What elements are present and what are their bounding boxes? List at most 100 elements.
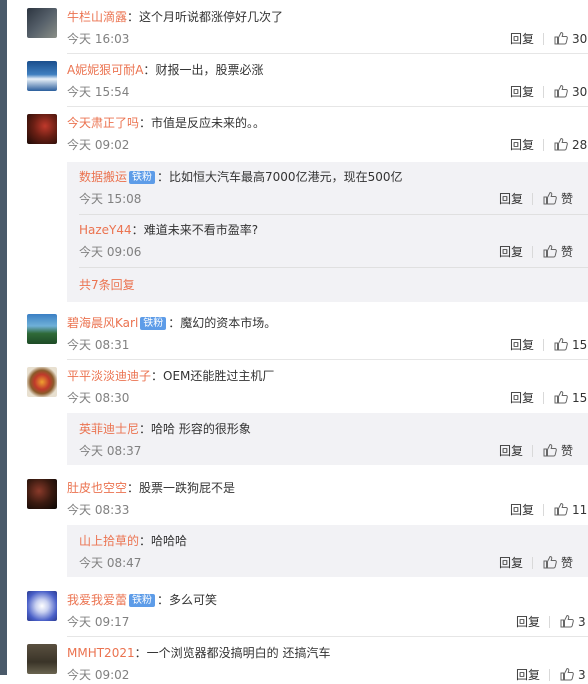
fan-badge: 铁粉 xyxy=(140,317,167,330)
sub-replies: 山上拾草的：哈哈哈 今天 08:47 回复 赞 xyxy=(67,525,588,577)
like-button[interactable]: 11 xyxy=(554,501,587,519)
timestamp: 今天 09:17 xyxy=(67,615,130,629)
username-link[interactable]: MMHT2021 xyxy=(67,646,135,660)
thumbs-up-icon xyxy=(543,443,557,457)
like-button[interactable]: 28 xyxy=(554,136,587,154)
reply-button[interactable]: 回复 xyxy=(499,190,523,208)
username-link[interactable]: A妮妮狠可耐A xyxy=(67,63,143,77)
username-link[interactable]: 今天肃正了吗 xyxy=(67,116,139,130)
timestamp: 今天 08:31 xyxy=(67,338,130,352)
like-button[interactable]: 3 xyxy=(560,666,586,684)
thumbs-up-icon xyxy=(560,667,574,681)
divider xyxy=(543,339,544,351)
divider xyxy=(532,445,533,457)
divider xyxy=(532,557,533,569)
like-count: 30 xyxy=(572,32,588,46)
like-button[interactable]: 30 xyxy=(554,83,587,101)
comment-text: 市值是反应未来的。。 xyxy=(151,116,266,130)
like-count: 11 xyxy=(572,503,588,517)
like-label: 赞 xyxy=(561,556,574,570)
username-link[interactable]: 我爱我爱蕾 xyxy=(67,593,127,607)
thumbs-up-icon xyxy=(560,614,574,628)
page-left-edge xyxy=(0,0,7,675)
divider xyxy=(67,106,588,107)
avatar[interactable] xyxy=(27,314,57,344)
timestamp: 今天 09:02 xyxy=(67,138,130,152)
username-link[interactable]: 英菲迪士尼 xyxy=(79,422,139,436)
comment-line: 平平淡淡迪迪子：OEM还能胜过主机厂 xyxy=(67,367,274,385)
like-button[interactable]: 3 xyxy=(560,613,586,631)
avatar[interactable] xyxy=(27,8,57,38)
like-button[interactable]: 赞 xyxy=(543,554,573,572)
comment-line: 今天肃正了吗：市值是反应未来的。。 xyxy=(67,114,265,132)
like-button[interactable]: 30 xyxy=(554,30,587,48)
comment-text: 财报一出，股票必涨 xyxy=(155,63,264,77)
divider xyxy=(543,392,544,404)
reply-button[interactable]: 回复 xyxy=(516,666,540,684)
comment-text: 一个浏览器都没搞明白的 还搞汽车 xyxy=(146,646,331,660)
comment-line: 数据搬运 铁粉 ：比如恒大汽车最高7000亿港元，现在500亿 xyxy=(79,168,402,186)
username-link[interactable]: 碧海晨风Karl xyxy=(67,316,138,330)
thumbs-up-icon xyxy=(543,244,557,258)
like-button[interactable]: 15 xyxy=(554,336,587,354)
username-link[interactable]: 肚皮也空空 xyxy=(67,481,127,495)
username-link[interactable]: 山上拾草的 xyxy=(79,534,139,548)
comment-text: 比如恒大汽车最高7000亿港元，现在500亿 xyxy=(169,170,403,184)
comment-text: 股票一跌狗屁不是 xyxy=(139,481,236,495)
reply-button[interactable]: 回复 xyxy=(516,613,540,631)
reply-button[interactable]: 回复 xyxy=(499,243,523,261)
like-count: 3 xyxy=(578,668,586,682)
divider xyxy=(79,214,588,215)
like-button[interactable]: 赞 xyxy=(543,243,573,261)
comment-line: 肚皮也空空：股票一跌狗屁不是 xyxy=(67,479,235,497)
sub-replies: 英菲迪士尼：哈哈 形容的很形象 今天 08:37 回复 赞 xyxy=(67,413,588,465)
avatar[interactable] xyxy=(27,114,57,144)
comment-text: OEM还能胜过主机厂 xyxy=(163,369,275,383)
username-link[interactable]: 牛栏山滴露 xyxy=(67,10,127,24)
reply-button[interactable]: 回复 xyxy=(510,501,534,519)
divider xyxy=(543,86,544,98)
divider xyxy=(67,359,588,360)
avatar[interactable] xyxy=(27,644,57,674)
like-count: 15 xyxy=(572,338,588,352)
thumbs-up-icon xyxy=(543,555,557,569)
thumbs-up-icon xyxy=(554,84,568,98)
username-link[interactable]: 数据搬运 xyxy=(79,170,127,184)
comment-text: 哈哈 形容的很形象 xyxy=(151,422,251,436)
comment-line: 碧海晨风Karl 铁粉 ：魔幻的资本市场。 xyxy=(67,314,276,332)
like-label: 赞 xyxy=(561,444,574,458)
comment-text: 这个月听说都涨停好几次了 xyxy=(139,10,284,24)
like-button[interactable]: 15 xyxy=(554,389,587,407)
like-button[interactable]: 赞 xyxy=(543,442,573,460)
reply-button[interactable]: 回复 xyxy=(499,554,523,572)
like-label: 赞 xyxy=(561,245,574,259)
username-link[interactable]: HazeY44 xyxy=(79,223,132,237)
timestamp: 今天 08:37 xyxy=(79,444,142,458)
divider xyxy=(79,267,588,268)
comment-line: HazeY44：难道未来不看市盈率? xyxy=(79,221,258,239)
divider xyxy=(543,33,544,45)
comment-line: 山上拾草的：哈哈哈 xyxy=(79,532,187,550)
comment-text: 哈哈哈 xyxy=(151,534,188,548)
colon: ： xyxy=(127,10,140,24)
username-link[interactable]: 平平淡淡迪迪子 xyxy=(67,369,151,383)
reply-button[interactable]: 回复 xyxy=(510,83,534,101)
avatar[interactable] xyxy=(27,479,57,509)
reply-button[interactable]: 回复 xyxy=(510,336,534,354)
avatar[interactable] xyxy=(27,591,57,621)
reply-button[interactable]: 回复 xyxy=(499,442,523,460)
sub-replies: 数据搬运 铁粉 ：比如恒大汽车最高7000亿港元，现在500亿 今天 15:08 回… xyxy=(67,162,588,302)
avatar[interactable] xyxy=(27,367,57,397)
like-button[interactable]: 赞 xyxy=(543,190,573,208)
reply-button[interactable]: 回复 xyxy=(510,30,534,48)
divider xyxy=(67,53,588,54)
comment-line: 英菲迪士尼：哈哈 形容的很形象 xyxy=(79,420,251,438)
divider xyxy=(549,616,550,628)
like-count: 3 xyxy=(578,615,586,629)
view-more-replies-link[interactable]: 共7条回复 xyxy=(79,276,135,293)
avatar[interactable] xyxy=(27,61,57,91)
timestamp: 今天 08:30 xyxy=(67,391,130,405)
reply-button[interactable]: 回复 xyxy=(510,136,534,154)
reply-button[interactable]: 回复 xyxy=(510,389,534,407)
colon: ： xyxy=(139,534,152,548)
